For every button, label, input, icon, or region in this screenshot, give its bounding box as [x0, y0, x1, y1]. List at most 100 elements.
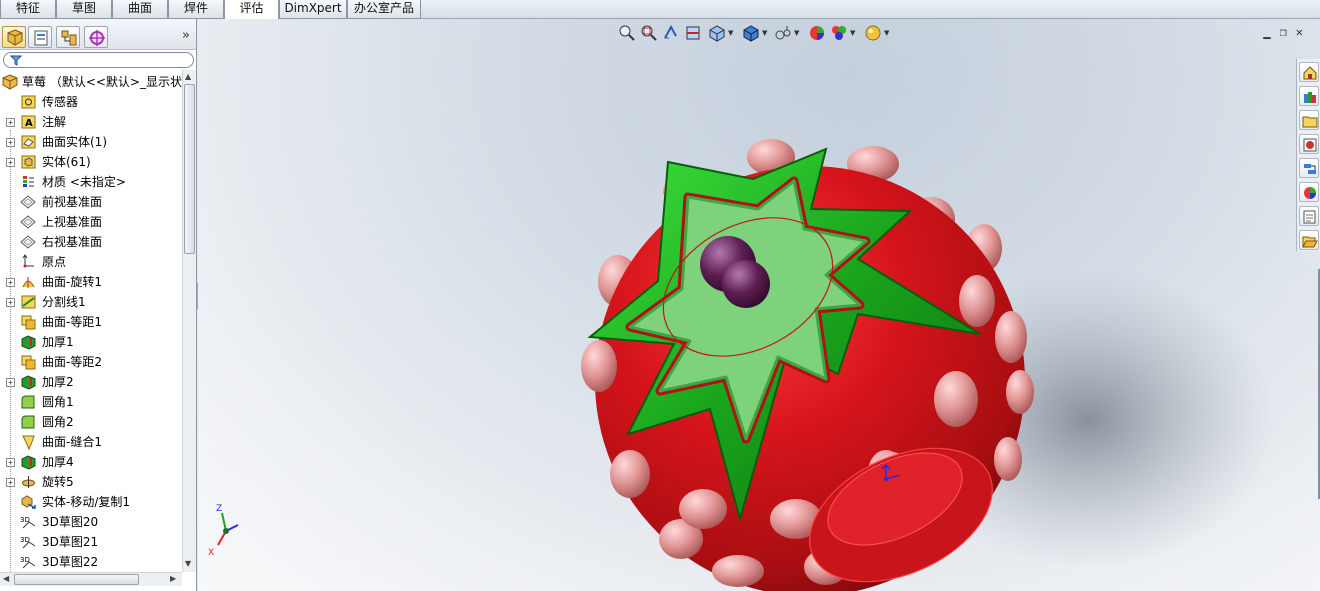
property-manager-tab[interactable]	[28, 26, 52, 48]
view-orientation-icon[interactable]	[708, 24, 726, 42]
task-pane-home[interactable]	[1299, 62, 1319, 82]
tree-vertical-scrollbar[interactable]: ▲ ▼	[182, 70, 196, 572]
hide-show-items-icon[interactable]	[774, 24, 792, 42]
tree-item-front-plane[interactable]: 前视基准面	[0, 192, 182, 212]
tree-item-label: 实体(61)	[42, 155, 91, 169]
expand-toggle[interactable]: +	[6, 298, 15, 307]
dimxpert-manager-icon	[89, 30, 105, 46]
scroll-left-arrow-icon[interactable]: ◀	[3, 574, 9, 583]
tree-item-top-plane[interactable]: 上视基准面	[0, 212, 182, 232]
tree-item-knit-surface[interactable]: 曲面-缝合1	[0, 432, 182, 452]
scroll-down-arrow-icon[interactable]: ▼	[185, 559, 191, 568]
display-style-icon[interactable]	[742, 24, 760, 42]
feature-tree-tab[interactable]	[2, 26, 26, 48]
dimxpert-manager-tab[interactable]	[84, 26, 108, 48]
expand-toggle[interactable]: +	[6, 278, 15, 287]
tree-item-fillet-1[interactable]: 圆角1	[0, 392, 182, 412]
tab-weldments[interactable]: 焊件	[168, 0, 224, 19]
tab-office-products[interactable]: 办公室产品	[347, 0, 421, 19]
scroll-thumb[interactable]	[14, 574, 139, 585]
scroll-up-arrow-icon[interactable]: ▲	[185, 72, 191, 81]
viewport-window-controls: ▁❐✕	[1263, 25, 1312, 39]
tree-item-origin[interactable]: 原点	[0, 252, 182, 272]
tree-item-fillet-2[interactable]: 圆角2	[0, 412, 182, 432]
strawberry-model[interactable]	[198, 19, 1320, 591]
dropdown-arrow-icon[interactable]: ▼	[884, 29, 889, 37]
expand-panel-button[interactable]: »	[182, 28, 190, 43]
graphics-viewport[interactable]: ▼ ▼ ▼ ▼ ▼ ▁❐✕ Z X	[198, 19, 1320, 591]
tab-sketch[interactable]: 草图	[56, 0, 112, 19]
tree-item-label: 分割线1	[42, 295, 86, 309]
feature-manager-panel: » 草莓 （默认<<默认>_显示状态 传感器 + A 注解 + 曲面实体(1)	[0, 19, 197, 591]
task-pane-design-library[interactable]	[1299, 86, 1319, 106]
dropdown-arrow-icon[interactable]: ▼	[728, 29, 733, 37]
apply-scene-icon[interactable]	[830, 24, 848, 42]
section-view-icon[interactable]	[684, 24, 702, 42]
task-pane-custom-properties[interactable]	[1299, 206, 1319, 226]
tree-item-move-copy-body[interactable]: 实体-移动/复制1	[0, 492, 182, 512]
task-pane-open-folder[interactable]	[1299, 230, 1319, 250]
expand-toggle[interactable]: +	[6, 158, 15, 167]
expand-toggle[interactable]: +	[6, 458, 15, 467]
tree-item-label: 曲面-缝合1	[42, 435, 102, 449]
tab-evaluate[interactable]: 评估	[224, 0, 279, 20]
configuration-manager-tab[interactable]	[56, 26, 80, 48]
task-pane-appearances[interactable]	[1299, 182, 1319, 202]
tree-root-part[interactable]: 草莓 （默认<<默认>_显示状态	[0, 72, 182, 92]
scroll-thumb[interactable]	[184, 84, 195, 254]
tree-item-surface-bodies[interactable]: + 曲面实体(1)	[0, 132, 182, 152]
zoom-to-area-icon[interactable]	[640, 24, 658, 42]
material-icon	[23, 176, 34, 187]
tree-item-label: 3D草图22	[42, 555, 99, 569]
tree-item-label: 圆角2	[42, 415, 74, 429]
expand-toggle[interactable]: +	[6, 118, 15, 127]
tree-item-thicken-1[interactable]: 加厚1	[0, 332, 182, 352]
view-settings-icon[interactable]	[864, 24, 882, 42]
tree-item-right-plane[interactable]: 右视基准面	[0, 232, 182, 252]
expand-toggle[interactable]: +	[6, 378, 15, 387]
tree-item-label: 3D草图21	[42, 535, 99, 549]
3d-sketch-icon: 3D	[20, 516, 36, 529]
tree-item-3d-sketch-22[interactable]: 3D 3D草图22	[0, 552, 182, 572]
filter-icon	[10, 55, 22, 66]
tree-filter-input[interactable]	[3, 52, 194, 68]
scroll-right-arrow-icon[interactable]: ▶	[170, 574, 176, 583]
dropdown-arrow-icon[interactable]: ▼	[762, 29, 767, 37]
tree-item-label: 旋转5	[42, 475, 74, 489]
tab-surfaces[interactable]: 曲面	[112, 0, 168, 19]
tree-item-annotations[interactable]: + A 注解	[0, 112, 182, 132]
solid-bodies-icon	[21, 155, 36, 169]
expand-toggle[interactable]: +	[6, 478, 15, 487]
plane-icon	[20, 215, 36, 229]
tree-item-offset-surface-1[interactable]: 曲面-等距1	[0, 312, 182, 332]
tree-item-3d-sketch-21[interactable]: 3D 3D草图21	[0, 532, 182, 552]
tree-item-sensors[interactable]: 传感器	[0, 92, 182, 112]
tab-dimxpert[interactable]: DimXpert	[279, 0, 347, 19]
dropdown-arrow-icon[interactable]: ▼	[794, 29, 799, 37]
tree-item-material[interactable]: 材质 <未指定>	[0, 172, 182, 192]
dropdown-arrow-icon[interactable]: ▼	[850, 29, 855, 37]
tree-item-thicken-2[interactable]: + 加厚2	[0, 372, 182, 392]
close-icon[interactable]: ✕	[1296, 25, 1312, 39]
zoom-to-fit-icon[interactable]	[618, 24, 636, 42]
tree-item-offset-surface-2[interactable]: 曲面-等距2	[0, 352, 182, 372]
tab-features[interactable]: 特征	[0, 0, 56, 19]
task-pane-file-explorer[interactable]	[1299, 110, 1319, 130]
tree-item-3d-sketch-20[interactable]: 3D 3D草图20	[0, 512, 182, 532]
tree-item-thicken-4[interactable]: + 加厚4	[0, 452, 182, 472]
task-pane-search[interactable]	[1299, 158, 1319, 178]
restore-icon[interactable]: ❐	[1280, 25, 1296, 39]
task-pane-view-palette[interactable]	[1299, 134, 1319, 154]
edit-appearance-icon[interactable]	[808, 24, 826, 42]
tree-item-revolve-5[interactable]: + 旋转5	[0, 472, 182, 492]
tree-item-label: 曲面-等距2	[42, 355, 102, 369]
previous-view-icon[interactable]	[662, 24, 680, 42]
expand-toggle[interactable]: +	[6, 138, 15, 147]
tree-item-solid-bodies[interactable]: + 实体(61)	[0, 152, 182, 172]
tree-item-split-line[interactable]: + 分割线1	[0, 292, 182, 312]
tree-item-label: 注解	[42, 115, 67, 129]
tree-horizontal-scrollbar[interactable]: ◀ ▶	[0, 572, 182, 586]
tree-item-revolve-surface[interactable]: + 曲面-旋转1	[0, 272, 182, 292]
tree-root-label: 草莓 （默认<<默认>_显示状态	[22, 75, 182, 89]
minimize-icon[interactable]: ▁	[1263, 25, 1279, 39]
